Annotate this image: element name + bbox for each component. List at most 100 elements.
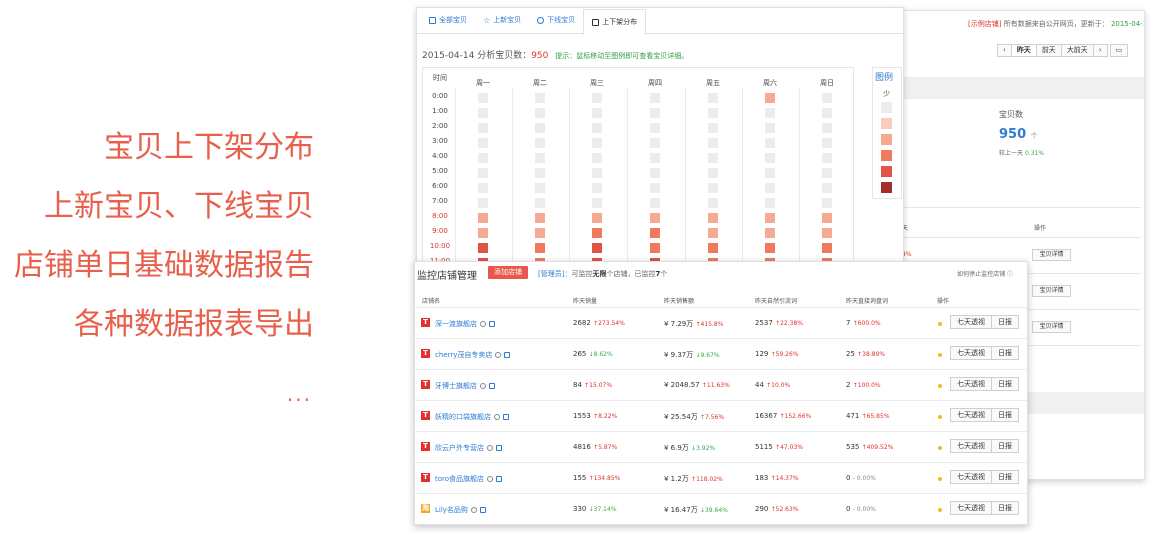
clock-icon[interactable] xyxy=(487,445,493,451)
day-before-button[interactable]: 前天 xyxy=(1035,44,1062,57)
clock-icon[interactable] xyxy=(470,507,477,513)
heatmap-cell[interactable] xyxy=(650,213,660,223)
clock-icon[interactable] xyxy=(494,414,500,420)
seven-day-view-button[interactable]: 七天透视 xyxy=(950,439,992,453)
heatmap-cell[interactable] xyxy=(708,123,718,133)
note-icon[interactable] xyxy=(489,321,495,327)
prev-day-button[interactable]: ‹ xyxy=(997,44,1012,57)
heatmap-cell[interactable] xyxy=(708,213,718,223)
daily-report-button[interactable]: 日报 xyxy=(991,408,1019,422)
daily-report-button[interactable]: 日报 xyxy=(991,470,1019,484)
note-icon[interactable] xyxy=(504,352,511,358)
heatmap-cell[interactable] xyxy=(765,228,775,238)
heatmap-cell[interactable] xyxy=(592,123,602,133)
heatmap-cell[interactable] xyxy=(822,153,832,163)
heatmap-cell[interactable] xyxy=(822,108,832,118)
shop-name-link[interactable]: 牙博士旗舰店 xyxy=(435,381,495,391)
heatmap-cell[interactable] xyxy=(765,138,775,148)
heatmap-cell[interactable] xyxy=(708,198,718,208)
heatmap-cell[interactable] xyxy=(650,93,660,103)
seven-day-view-button[interactable]: 七天透视 xyxy=(950,346,992,360)
next-day-button[interactable]: › xyxy=(1092,44,1108,57)
clock-icon[interactable] xyxy=(487,476,494,482)
daily-report-button[interactable]: 日报 xyxy=(991,315,1019,329)
heatmap-cell[interactable] xyxy=(478,123,488,133)
heatmap-cell[interactable] xyxy=(592,108,602,118)
item-detail-button[interactable]: 宝贝详情 xyxy=(1032,249,1071,261)
item-detail-button[interactable]: 宝贝详情 xyxy=(1032,321,1071,333)
heatmap-cell[interactable] xyxy=(650,153,660,163)
heatmap-cell[interactable] xyxy=(478,138,488,148)
seven-day-view-button[interactable]: 七天透视 xyxy=(950,408,992,422)
calendar-icon[interactable]: ▭ xyxy=(1109,44,1129,57)
heatmap-cell[interactable] xyxy=(650,198,660,208)
heatmap-cell[interactable] xyxy=(478,213,488,223)
heatmap-cell[interactable] xyxy=(650,168,660,178)
daily-report-button[interactable]: 日报 xyxy=(991,501,1019,515)
clock-icon[interactable] xyxy=(480,383,486,389)
heatmap-cell[interactable] xyxy=(765,198,775,208)
heatmap-cell[interactable] xyxy=(822,228,832,238)
heatmap-cell[interactable] xyxy=(708,228,718,238)
clock-icon[interactable] xyxy=(480,321,486,327)
heatmap-cell[interactable] xyxy=(708,108,718,118)
heatmap-cell[interactable] xyxy=(478,183,488,193)
note-icon[interactable] xyxy=(479,507,486,513)
heatmap-cell[interactable] xyxy=(822,168,832,178)
heatmap-cell[interactable] xyxy=(592,243,602,253)
heatmap-cell[interactable] xyxy=(822,93,832,103)
heatmap-cell[interactable] xyxy=(592,138,602,148)
heatmap-cell[interactable] xyxy=(535,138,545,148)
heatmap-cell[interactable] xyxy=(478,198,488,208)
heatmap-cell[interactable] xyxy=(535,183,545,193)
shop-name-link[interactable]: 妖精的口袋旗舰店 xyxy=(435,412,509,422)
note-icon[interactable] xyxy=(496,445,502,451)
shop-name-link[interactable]: Lily名品购 xyxy=(435,505,486,515)
heatmap-cell[interactable] xyxy=(765,93,775,103)
heatmap-cell[interactable] xyxy=(592,183,602,193)
note-icon[interactable] xyxy=(496,476,503,482)
three-days-ago-button[interactable]: 大前天 xyxy=(1060,44,1094,57)
heatmap-cell[interactable] xyxy=(765,153,775,163)
tab-new-items[interactable]: ☆ 上新宝贝 xyxy=(475,8,529,33)
heatmap-cell[interactable] xyxy=(535,228,545,238)
note-icon[interactable] xyxy=(503,414,509,420)
heatmap-cell[interactable] xyxy=(708,168,718,178)
heatmap-cell[interactable] xyxy=(765,168,775,178)
heatmap-cell[interactable] xyxy=(650,108,660,118)
heatmap-cell[interactable] xyxy=(822,243,832,253)
heatmap-cell[interactable] xyxy=(650,243,660,253)
heatmap-cell[interactable] xyxy=(535,168,545,178)
heatmap-cell[interactable] xyxy=(650,183,660,193)
heatmap-cell[interactable] xyxy=(708,138,718,148)
heatmap-cell[interactable] xyxy=(708,153,718,163)
tab-offline-items[interactable]: 下线宝贝 xyxy=(529,8,583,33)
heatmap-cell[interactable] xyxy=(592,213,602,223)
heatmap-cell[interactable] xyxy=(822,138,832,148)
heatmap-cell[interactable] xyxy=(478,108,488,118)
legend-swatch[interactable] xyxy=(881,182,892,193)
heatmap-cell[interactable] xyxy=(765,213,775,223)
legend-swatch[interactable] xyxy=(881,118,892,129)
shop-name-link[interactable]: 欣云户外专营店 xyxy=(435,443,502,453)
seven-day-view-button[interactable]: 七天透视 xyxy=(950,470,992,484)
heatmap-cell[interactable] xyxy=(708,93,718,103)
heatmap-cell[interactable] xyxy=(535,243,545,253)
daily-report-button[interactable]: 日报 xyxy=(991,377,1019,391)
heatmap-cell[interactable] xyxy=(592,153,602,163)
shop-name-link[interactable]: toro食品旗舰店 xyxy=(435,474,503,484)
heatmap-cell[interactable] xyxy=(822,198,832,208)
add-shop-button[interactable]: 添加店铺 xyxy=(488,266,528,279)
heatmap-cell[interactable] xyxy=(822,123,832,133)
heatmap-cell[interactable] xyxy=(478,168,488,178)
heatmap-cell[interactable] xyxy=(535,153,545,163)
legend-swatch[interactable] xyxy=(881,134,892,145)
yesterday-button[interactable]: 昨天 xyxy=(1010,44,1037,57)
daily-report-button[interactable]: 日报 xyxy=(991,439,1019,453)
heatmap-cell[interactable] xyxy=(765,243,775,253)
heatmap-cell[interactable] xyxy=(765,108,775,118)
legend-swatch[interactable] xyxy=(881,150,892,161)
heatmap-cell[interactable] xyxy=(765,123,775,133)
note-icon[interactable] xyxy=(489,383,495,389)
heatmap-cell[interactable] xyxy=(650,123,660,133)
